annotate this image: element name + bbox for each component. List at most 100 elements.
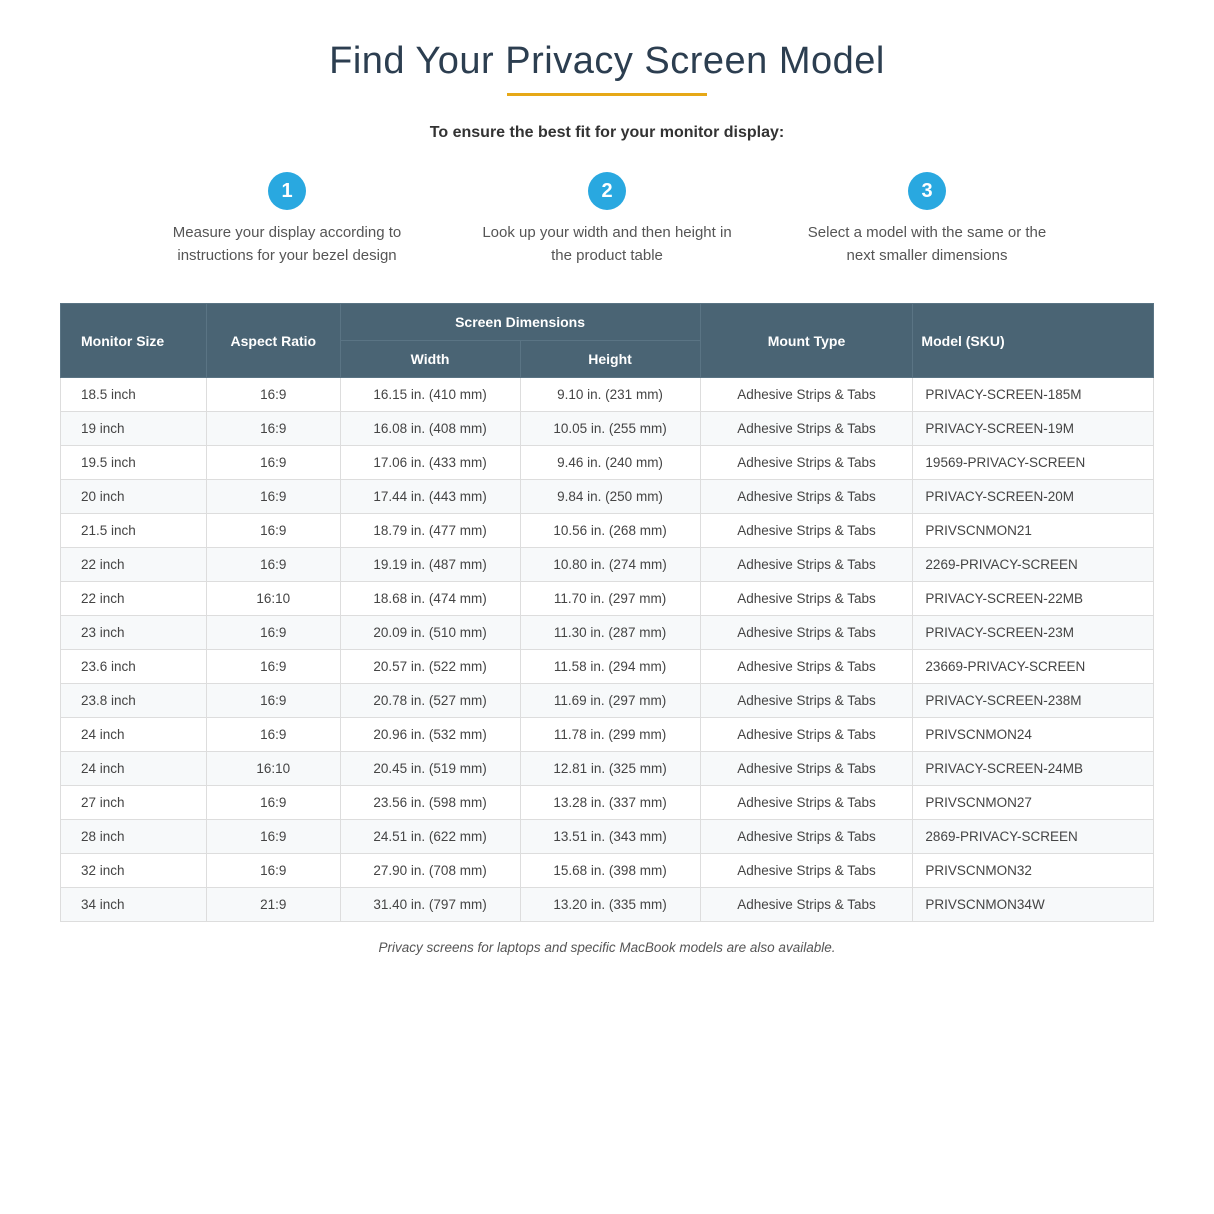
cell-mount: Adhesive Strips & Tabs: [700, 582, 913, 616]
cell-monitor: 19 inch: [61, 412, 207, 446]
cell-width: 17.44 in. (443 mm): [340, 480, 520, 514]
cell-height: 9.84 in. (250 mm): [520, 480, 700, 514]
table-row: 21.5 inch16:918.79 in. (477 mm)10.56 in.…: [61, 514, 1154, 548]
subtitle: To ensure the best fit for your monitor …: [60, 124, 1154, 142]
cell-height: 11.70 in. (297 mm): [520, 582, 700, 616]
cell-monitor: 24 inch: [61, 718, 207, 752]
cell-monitor: 23.8 inch: [61, 684, 207, 718]
step-2-circle: 2: [588, 172, 626, 210]
cell-mount: Adhesive Strips & Tabs: [700, 888, 913, 922]
cell-mount: Adhesive Strips & Tabs: [700, 378, 913, 412]
cell-sku: PRIVACY-SCREEN-24MB: [913, 752, 1154, 786]
cell-sku: PRIVACY-SCREEN-23M: [913, 616, 1154, 650]
cell-aspect: 16:9: [207, 616, 340, 650]
table-row: 24 inch16:920.96 in. (532 mm)11.78 in. (…: [61, 718, 1154, 752]
cell-width: 23.56 in. (598 mm): [340, 786, 520, 820]
table-row: 28 inch16:924.51 in. (622 mm)13.51 in. (…: [61, 820, 1154, 854]
cell-aspect: 16:9: [207, 820, 340, 854]
cell-aspect: 16:10: [207, 752, 340, 786]
cell-mount: Adhesive Strips & Tabs: [700, 854, 913, 888]
cell-sku: 2869-PRIVACY-SCREEN: [913, 820, 1154, 854]
cell-height: 13.51 in. (343 mm): [520, 820, 700, 854]
cell-monitor: 24 inch: [61, 752, 207, 786]
cell-mount: Adhesive Strips & Tabs: [700, 514, 913, 548]
cell-width: 16.08 in. (408 mm): [340, 412, 520, 446]
cell-monitor: 28 inch: [61, 820, 207, 854]
cell-monitor: 22 inch: [61, 582, 207, 616]
cell-sku: PRIVACY-SCREEN-238M: [913, 684, 1154, 718]
cell-width: 20.57 in. (522 mm): [340, 650, 520, 684]
th-height: Height: [520, 341, 700, 378]
cell-monitor: 20 inch: [61, 480, 207, 514]
cell-aspect: 16:9: [207, 548, 340, 582]
cell-sku: PRIVSCNMON27: [913, 786, 1154, 820]
cell-mount: Adhesive Strips & Tabs: [700, 480, 913, 514]
cell-aspect: 16:9: [207, 412, 340, 446]
cell-height: 9.46 in. (240 mm): [520, 446, 700, 480]
cell-width: 20.78 in. (527 mm): [340, 684, 520, 718]
cell-height: 10.05 in. (255 mm): [520, 412, 700, 446]
table-row: 23.8 inch16:920.78 in. (527 mm)11.69 in.…: [61, 684, 1154, 718]
step-1: 1 Measure your display according to inst…: [157, 172, 417, 267]
cell-mount: Adhesive Strips & Tabs: [700, 820, 913, 854]
cell-height: 11.58 in. (294 mm): [520, 650, 700, 684]
cell-mount: Adhesive Strips & Tabs: [700, 650, 913, 684]
cell-mount: Adhesive Strips & Tabs: [700, 616, 913, 650]
cell-sku: PRIVACY-SCREEN-20M: [913, 480, 1154, 514]
product-table: Monitor Size Aspect Ratio Screen Dimensi…: [60, 303, 1154, 922]
step-3-circle: 3: [908, 172, 946, 210]
cell-width: 18.68 in. (474 mm): [340, 582, 520, 616]
cell-width: 18.79 in. (477 mm): [340, 514, 520, 548]
cell-sku: 23669-PRIVACY-SCREEN: [913, 650, 1154, 684]
footer-note: Privacy screens for laptops and specific…: [60, 940, 1154, 955]
cell-monitor: 34 inch: [61, 888, 207, 922]
cell-sku: 19569-PRIVACY-SCREEN: [913, 446, 1154, 480]
cell-height: 10.80 in. (274 mm): [520, 548, 700, 582]
cell-width: 20.45 in. (519 mm): [340, 752, 520, 786]
cell-height: 13.20 in. (335 mm): [520, 888, 700, 922]
cell-aspect: 21:9: [207, 888, 340, 922]
table-row: 34 inch21:931.40 in. (797 mm)13.20 in. (…: [61, 888, 1154, 922]
th-monitor-size: Monitor Size: [61, 304, 207, 378]
cell-height: 11.69 in. (297 mm): [520, 684, 700, 718]
cell-width: 24.51 in. (622 mm): [340, 820, 520, 854]
cell-sku: PRIVSCNMON24: [913, 718, 1154, 752]
cell-aspect: 16:9: [207, 650, 340, 684]
cell-width: 27.90 in. (708 mm): [340, 854, 520, 888]
step-3: 3 Select a model with the same or the ne…: [797, 172, 1057, 267]
table-row: 27 inch16:923.56 in. (598 mm)13.28 in. (…: [61, 786, 1154, 820]
cell-mount: Adhesive Strips & Tabs: [700, 752, 913, 786]
table-row: 18.5 inch16:916.15 in. (410 mm)9.10 in. …: [61, 378, 1154, 412]
cell-width: 19.19 in. (487 mm): [340, 548, 520, 582]
th-aspect-ratio: Aspect Ratio: [207, 304, 340, 378]
table-row: 22 inch16:919.19 in. (487 mm)10.80 in. (…: [61, 548, 1154, 582]
table-row: 32 inch16:927.90 in. (708 mm)15.68 in. (…: [61, 854, 1154, 888]
step-1-circle: 1: [268, 172, 306, 210]
cell-height: 13.28 in. (337 mm): [520, 786, 700, 820]
cell-aspect: 16:9: [207, 446, 340, 480]
cell-width: 17.06 in. (433 mm): [340, 446, 520, 480]
table-row: 22 inch16:1018.68 in. (474 mm)11.70 in. …: [61, 582, 1154, 616]
th-model-sku: Model (SKU): [913, 304, 1154, 378]
cell-aspect: 16:9: [207, 718, 340, 752]
cell-monitor: 32 inch: [61, 854, 207, 888]
cell-height: 12.81 in. (325 mm): [520, 752, 700, 786]
step-1-text: Measure your display according to instru…: [157, 222, 417, 267]
cell-width: 16.15 in. (410 mm): [340, 378, 520, 412]
page-title: Find Your Privacy Screen Model: [60, 40, 1154, 83]
cell-height: 10.56 in. (268 mm): [520, 514, 700, 548]
cell-mount: Adhesive Strips & Tabs: [700, 446, 913, 480]
cell-sku: 2269-PRIVACY-SCREEN: [913, 548, 1154, 582]
cell-mount: Adhesive Strips & Tabs: [700, 548, 913, 582]
table-row: 24 inch16:1020.45 in. (519 mm)12.81 in. …: [61, 752, 1154, 786]
cell-mount: Adhesive Strips & Tabs: [700, 412, 913, 446]
cell-aspect: 16:9: [207, 684, 340, 718]
cell-aspect: 16:9: [207, 786, 340, 820]
cell-sku: PRIVSCNMON32: [913, 854, 1154, 888]
cell-width: 31.40 in. (797 mm): [340, 888, 520, 922]
step-3-text: Select a model with the same or the next…: [797, 222, 1057, 267]
cell-monitor: 27 inch: [61, 786, 207, 820]
cell-aspect: 16:9: [207, 378, 340, 412]
cell-aspect: 16:10: [207, 582, 340, 616]
cell-monitor: 19.5 inch: [61, 446, 207, 480]
